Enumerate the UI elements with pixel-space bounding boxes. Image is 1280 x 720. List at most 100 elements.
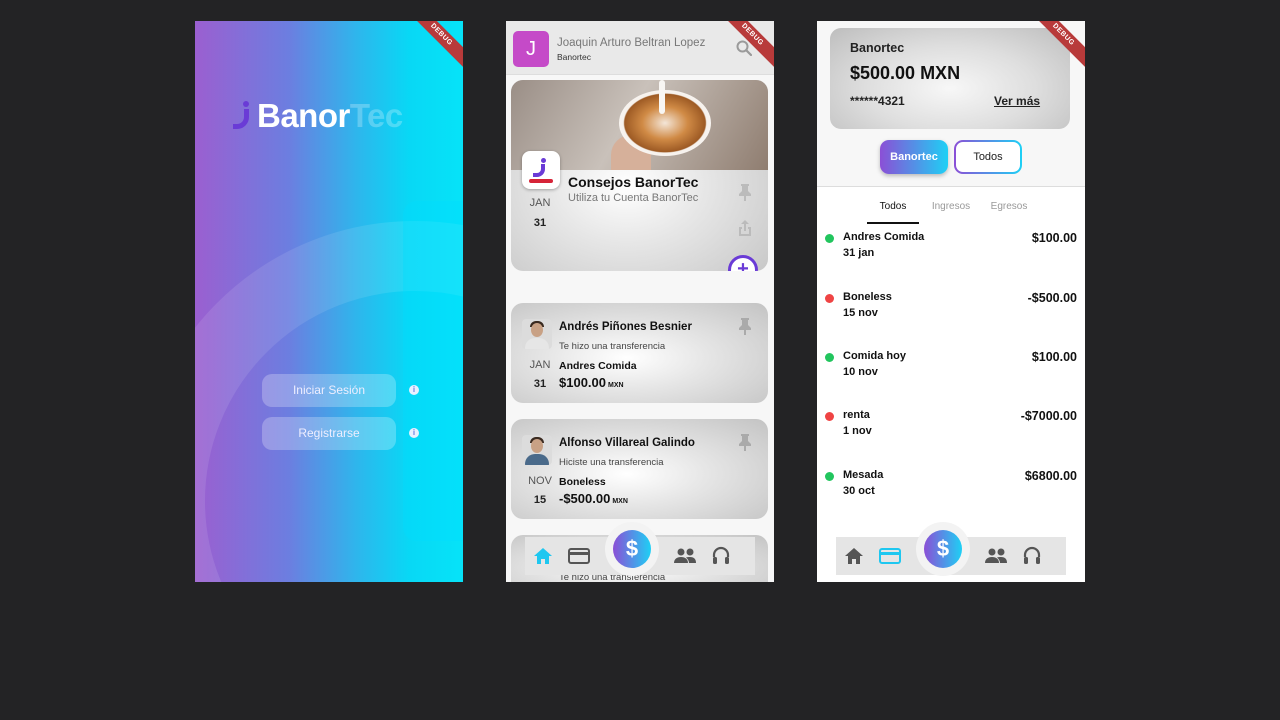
transaction-name: Mesada: [843, 469, 884, 481]
list-item[interactable]: Mesada 30 oct $6800.00: [817, 467, 1085, 507]
register-info-icon[interactable]: i: [409, 428, 419, 438]
headset-icon: [1023, 546, 1041, 564]
transaction-concept: Andres Comida: [559, 360, 637, 372]
account-number: ******4321: [850, 94, 905, 108]
credit-card-icon: [879, 548, 901, 564]
nav-payments[interactable]: $: [908, 522, 978, 576]
transaction-month: NOV: [528, 475, 552, 487]
transaction-person: Andrés Piñones Besnier: [559, 321, 692, 333]
status-dot: [825, 234, 834, 243]
transaction-amount: $100.00: [1031, 350, 1077, 364]
transaction-date: 30 oct: [843, 485, 875, 497]
transaction-name: renta: [843, 409, 870, 421]
pin-icon[interactable]: [739, 183, 751, 201]
dollar-coin-icon: $: [613, 530, 651, 568]
account-header: Banortec $500.00 MXN ******4321 Ver más …: [817, 21, 1085, 187]
account-bank: Banortec: [850, 41, 905, 55]
transaction-name: Comida hoy: [843, 350, 906, 362]
list-item[interactable]: Boneless 15 nov -$500.00: [817, 289, 1085, 329]
nav-payments[interactable]: $: [597, 522, 667, 576]
login-button[interactable]: Iniciar Sesión: [262, 374, 396, 407]
transaction-day: 31: [533, 378, 547, 390]
banortec-app-icon: [522, 151, 560, 189]
nav-support[interactable]: [703, 537, 739, 575]
transaction-name: Andres Comida: [843, 231, 925, 243]
banortec-logo-icon: [231, 99, 255, 133]
banortec-logo: BanorTec: [231, 97, 403, 135]
people-icon: [674, 548, 696, 563]
account-card[interactable]: Banortec $500.00 MXN ******4321 Ver más: [830, 28, 1070, 129]
dollar-coin-icon: $: [924, 530, 962, 568]
transaction-date: 15 nov: [843, 307, 878, 319]
nav-cards[interactable]: [872, 537, 908, 575]
transaction-amount: $100.00 MXN: [559, 375, 624, 390]
transaction-card[interactable]: Alfonso Villareal Galindo Hiciste una tr…: [511, 419, 768, 519]
avatar: [522, 435, 552, 465]
add-button[interactable]: +: [728, 255, 758, 271]
nav-home[interactable]: [836, 537, 872, 575]
home-icon: [534, 548, 552, 564]
transaction-description: Te hizo una transferencia: [559, 341, 666, 352]
home-icon: [845, 548, 863, 564]
transaction-date: 10 nov: [843, 366, 878, 378]
status-dot: [825, 472, 834, 481]
nav-support[interactable]: [1014, 537, 1050, 575]
list-item[interactable]: Andres Comida 31 jan $100.00: [817, 229, 1085, 269]
transaction-amount: $6800.00: [1024, 469, 1077, 483]
nav-home[interactable]: [525, 537, 561, 575]
login-info-icon[interactable]: i: [409, 385, 419, 395]
status-dot: [825, 294, 834, 303]
avatar: [522, 319, 552, 349]
transaction-person: Alfonso Villareal Galindo: [559, 437, 695, 449]
share-icon[interactable]: [737, 219, 753, 237]
register-button[interactable]: Registrarse: [262, 417, 396, 450]
transaction-date: 1 nov: [843, 425, 872, 437]
tab-egresos[interactable]: Egresos: [983, 194, 1035, 224]
transaction-name: Boneless: [843, 291, 892, 303]
promo-card[interactable]: Consejos BanorTec Utiliza tu Cuenta Bano…: [511, 80, 768, 271]
tab-ingresos[interactable]: Ingresos: [925, 194, 977, 224]
transaction-amount: -$7000.00: [1020, 409, 1077, 423]
debug-banner: DEBUG: [400, 21, 463, 76]
transaction-day: 15: [533, 494, 547, 506]
transaction-date: 31 jan: [843, 247, 875, 259]
pin-icon[interactable]: [739, 317, 751, 335]
tab-todos[interactable]: Todos: [867, 194, 919, 224]
user-avatar[interactable]: J: [513, 31, 549, 67]
bank-name: Banortec: [557, 52, 592, 62]
transaction-concept: Boneless: [559, 476, 606, 488]
chip-todos[interactable]: Todos: [954, 140, 1022, 174]
promo-month: JAN: [529, 197, 551, 209]
transaction-month: JAN: [529, 359, 551, 371]
nav-contacts[interactable]: [978, 537, 1014, 575]
list-item[interactable]: renta 1 nov -$7000.00: [817, 407, 1085, 447]
transaction-amount: -$500.00 MXN: [559, 491, 628, 506]
transaction-card[interactable]: Andrés Piñones Besnier Te hizo una trans…: [511, 303, 768, 403]
see-more-link[interactable]: Ver más: [994, 94, 1040, 108]
credit-card-icon: [568, 548, 590, 564]
bottom-nav: $: [525, 522, 755, 576]
app-header: J Joaquin Arturo Beltran Lopez Banortec: [506, 21, 774, 75]
people-icon: [985, 548, 1007, 563]
account-balance: $500.00 MXN: [850, 63, 961, 83]
pin-icon[interactable]: [739, 433, 751, 451]
status-dot: [825, 412, 834, 421]
nav-cards[interactable]: [561, 537, 597, 575]
logo-text: BanorTec: [257, 97, 403, 134]
screen-account: DEBUG Banortec $500.00 MXN ******4321 Ve…: [817, 21, 1085, 582]
chip-banortec[interactable]: Banortec: [880, 140, 948, 174]
status-dot: [825, 353, 834, 362]
list-item[interactable]: Comida hoy 10 nov $100.00: [817, 348, 1085, 388]
promo-title: Consejos BanorTec: [568, 174, 699, 190]
nav-contacts[interactable]: [667, 537, 703, 575]
transaction-description: Hiciste una transferencia: [559, 457, 664, 468]
promo-subtitle: Utiliza tu Cuenta BanorTec: [568, 192, 699, 204]
user-name: Joaquin Arturo Beltran Lopez: [557, 37, 706, 49]
screen-feed: DEBUG J Joaquin Arturo Beltran Lopez Ban…: [506, 21, 774, 582]
transaction-amount: $100.00: [1031, 231, 1077, 245]
screen-login: DEBUG BanorTec Iniciar Sesión i Registra…: [195, 21, 463, 582]
transaction-amount: -$500.00: [1027, 291, 1077, 305]
filter-tabs: Todos Ingresos Egresos: [817, 194, 1085, 224]
bottom-nav: $: [836, 522, 1066, 576]
headset-icon: [712, 546, 730, 564]
